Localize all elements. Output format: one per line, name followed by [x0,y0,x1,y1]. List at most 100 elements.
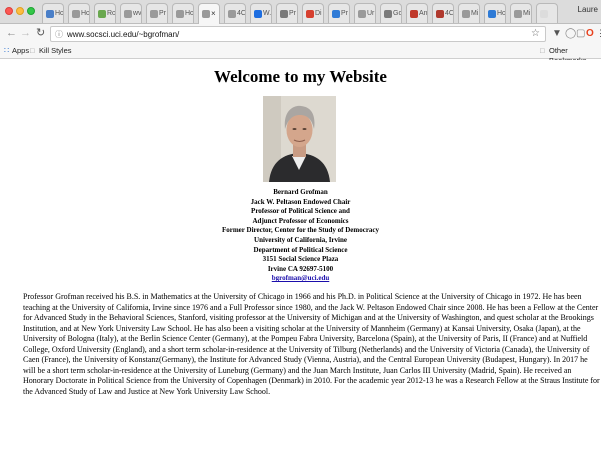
tab-label: Mi [471,10,479,17]
page-icon: □ [30,46,35,55]
contact-city: Irvine CA 92697-5100 [267,264,334,273]
tab-label: Di [315,10,322,17]
browser-tab[interactable]: Rc [94,3,116,23]
tab-favicon-icon [228,10,236,18]
tab-label: W. [263,10,272,17]
tab-label: Hc [55,10,64,17]
contact-name: Bernard Grofman [273,188,328,196]
tab-favicon-icon [514,10,522,18]
tab-favicon-icon [384,10,392,18]
contact-former-role: Former Director, Center for the Study of… [221,226,380,235]
tab-close-icon[interactable]: × [211,9,216,18]
menu-icon[interactable]: ⋮ [596,28,601,39]
profile-name[interactable]: Laure [578,5,598,14]
browser-tab[interactable]: 4C [224,3,246,23]
tab-favicon-icon [72,10,80,18]
browser-tab[interactable]: Pr [328,3,350,23]
browser-tab[interactable]: Pr [146,3,168,23]
tab-label: Rc [107,10,116,17]
tab-label: An [419,10,428,17]
tab-favicon-icon [358,10,366,18]
apps-grid-icon[interactable]: ∷ [4,46,9,56]
tab-label: Gc [393,10,402,17]
tab-label: Mi [523,10,531,17]
browser-tab[interactable]: 4C [432,3,454,23]
bookmarks-bar: ∷ Apps □ Kill Styles □ Other Bookmarks [0,44,601,65]
url-text[interactable]: www.socsci.uci.edu/~bgrofman/ [67,29,179,40]
tab-favicon-icon [176,10,184,18]
tab-list: Hc Hc Rc wv Pr Hc × 4C W. Pr Di Pr Ur Gc An 4C Mi Hc Mi [42,3,562,24]
star-icon[interactable]: ☆ [531,28,540,39]
tab-label: Hc [497,10,506,17]
window-maximize-button[interactable] [27,7,35,15]
portrait-photo [263,96,336,182]
tab-favicon-icon [488,10,496,18]
tab-label: Pr [341,10,348,17]
contact-university: University of California, Irvine [254,235,347,244]
email-link[interactable]: bgrofman@uci.edu [0,274,601,284]
forward-arrow-icon[interactable]: → [20,27,31,40]
window-close-button[interactable] [5,7,13,15]
tab-favicon-icon [436,10,444,18]
tab-favicon-icon [150,10,158,18]
contact-department: Department of Political Science [253,245,348,254]
opera-extension-icon[interactable]: O [586,28,594,39]
browser-tab[interactable]: Di [302,3,324,23]
tab-label: Hc [81,10,90,17]
contact-address: 3151 Social Science Plaza [262,255,339,264]
browser-tab[interactable]: Gc [380,3,402,23]
browser-tab[interactable]: × [198,3,220,24]
tab-favicon-icon [332,10,340,18]
contact-chair: Jack W. Peltason Endowed Chair [250,197,351,206]
browser-tab[interactable]: Hc [68,3,90,23]
browser-tab[interactable]: Mi [458,3,480,23]
browser-tab[interactable]: Hc [42,3,64,23]
extension-icon[interactable]: ◯ [565,28,576,39]
browser-tab[interactable]: W. [250,3,272,23]
browser-window: Hc Hc Rc wv Pr Hc × 4C W. Pr Di Pr Ur Gc An 4C Mi Hc Mi La… [0,0,601,452]
tab-label: Pr [289,10,296,17]
browser-tab[interactable]: Mi [510,3,532,23]
tab-favicon-icon [124,10,132,18]
browser-tab[interactable]: An [406,3,428,23]
browser-tab[interactable] [536,3,558,23]
folder-icon: □ [540,46,545,55]
tab-favicon-icon [462,10,470,18]
bookmark-apps[interactable]: Apps [12,46,29,56]
tab-favicon-icon [306,10,314,18]
bookmark-kill-styles[interactable]: Kill Styles [39,46,72,56]
browser-tab[interactable]: Hc [484,3,506,23]
address-bar[interactable]: ⓘ www.socsci.uci.edu/~bgrofman/ ☆ [50,26,546,42]
browser-tab[interactable]: Pr [276,3,298,23]
extension-square-icon[interactable]: ▢ [576,28,585,39]
page-info-icon[interactable]: ⓘ [55,29,63,40]
browser-tab[interactable]: Ur [354,3,376,23]
tab-label: Hc [185,10,194,17]
contact-title-1: Professor of Political Science and [251,207,350,216]
tab-favicon-icon [202,10,210,18]
tab-label: 4C [237,10,246,17]
tab-favicon-icon [98,10,106,18]
browser-toolbar: ← → ↻ ⓘ www.socsci.uci.edu/~bgrofman/ ☆ … [0,24,601,44]
back-arrow-icon[interactable]: ← [6,27,17,40]
browser-tab[interactable]: wv [120,3,142,23]
contact-title-2: Adjunct Professor of Economics [252,216,349,225]
tab-favicon-icon [540,10,548,18]
tab-label: Ur [367,10,375,17]
shield-extension-icon[interactable]: ▼ [552,28,562,39]
browser-tab[interactable]: Hc [172,3,194,23]
tab-strip: Hc Hc Rc wv Pr Hc × 4C W. Pr Di Pr Ur Gc An 4C Mi Hc Mi La… [0,0,601,24]
page-title: Welcome to my Website [214,67,387,86]
portrait-illustration [263,96,336,182]
biography-paragraph: Professor Grofman received his B.S. in M… [23,292,600,396]
contact-block: Bernard Grofman Jack W. Peltason Endowed… [0,188,601,284]
reload-icon[interactable]: ↻ [36,27,45,40]
web-page: Welcome to my Website Bernard Grofman Ja… [0,60,601,452]
tab-favicon-icon [410,10,418,18]
window-minimize-button[interactable] [16,7,24,15]
tab-favicon-icon [254,10,262,18]
tab-label: Pr [159,10,166,17]
tab-label: 4C [445,10,454,17]
tab-label: wv [133,10,142,17]
tab-favicon-icon [46,10,54,18]
